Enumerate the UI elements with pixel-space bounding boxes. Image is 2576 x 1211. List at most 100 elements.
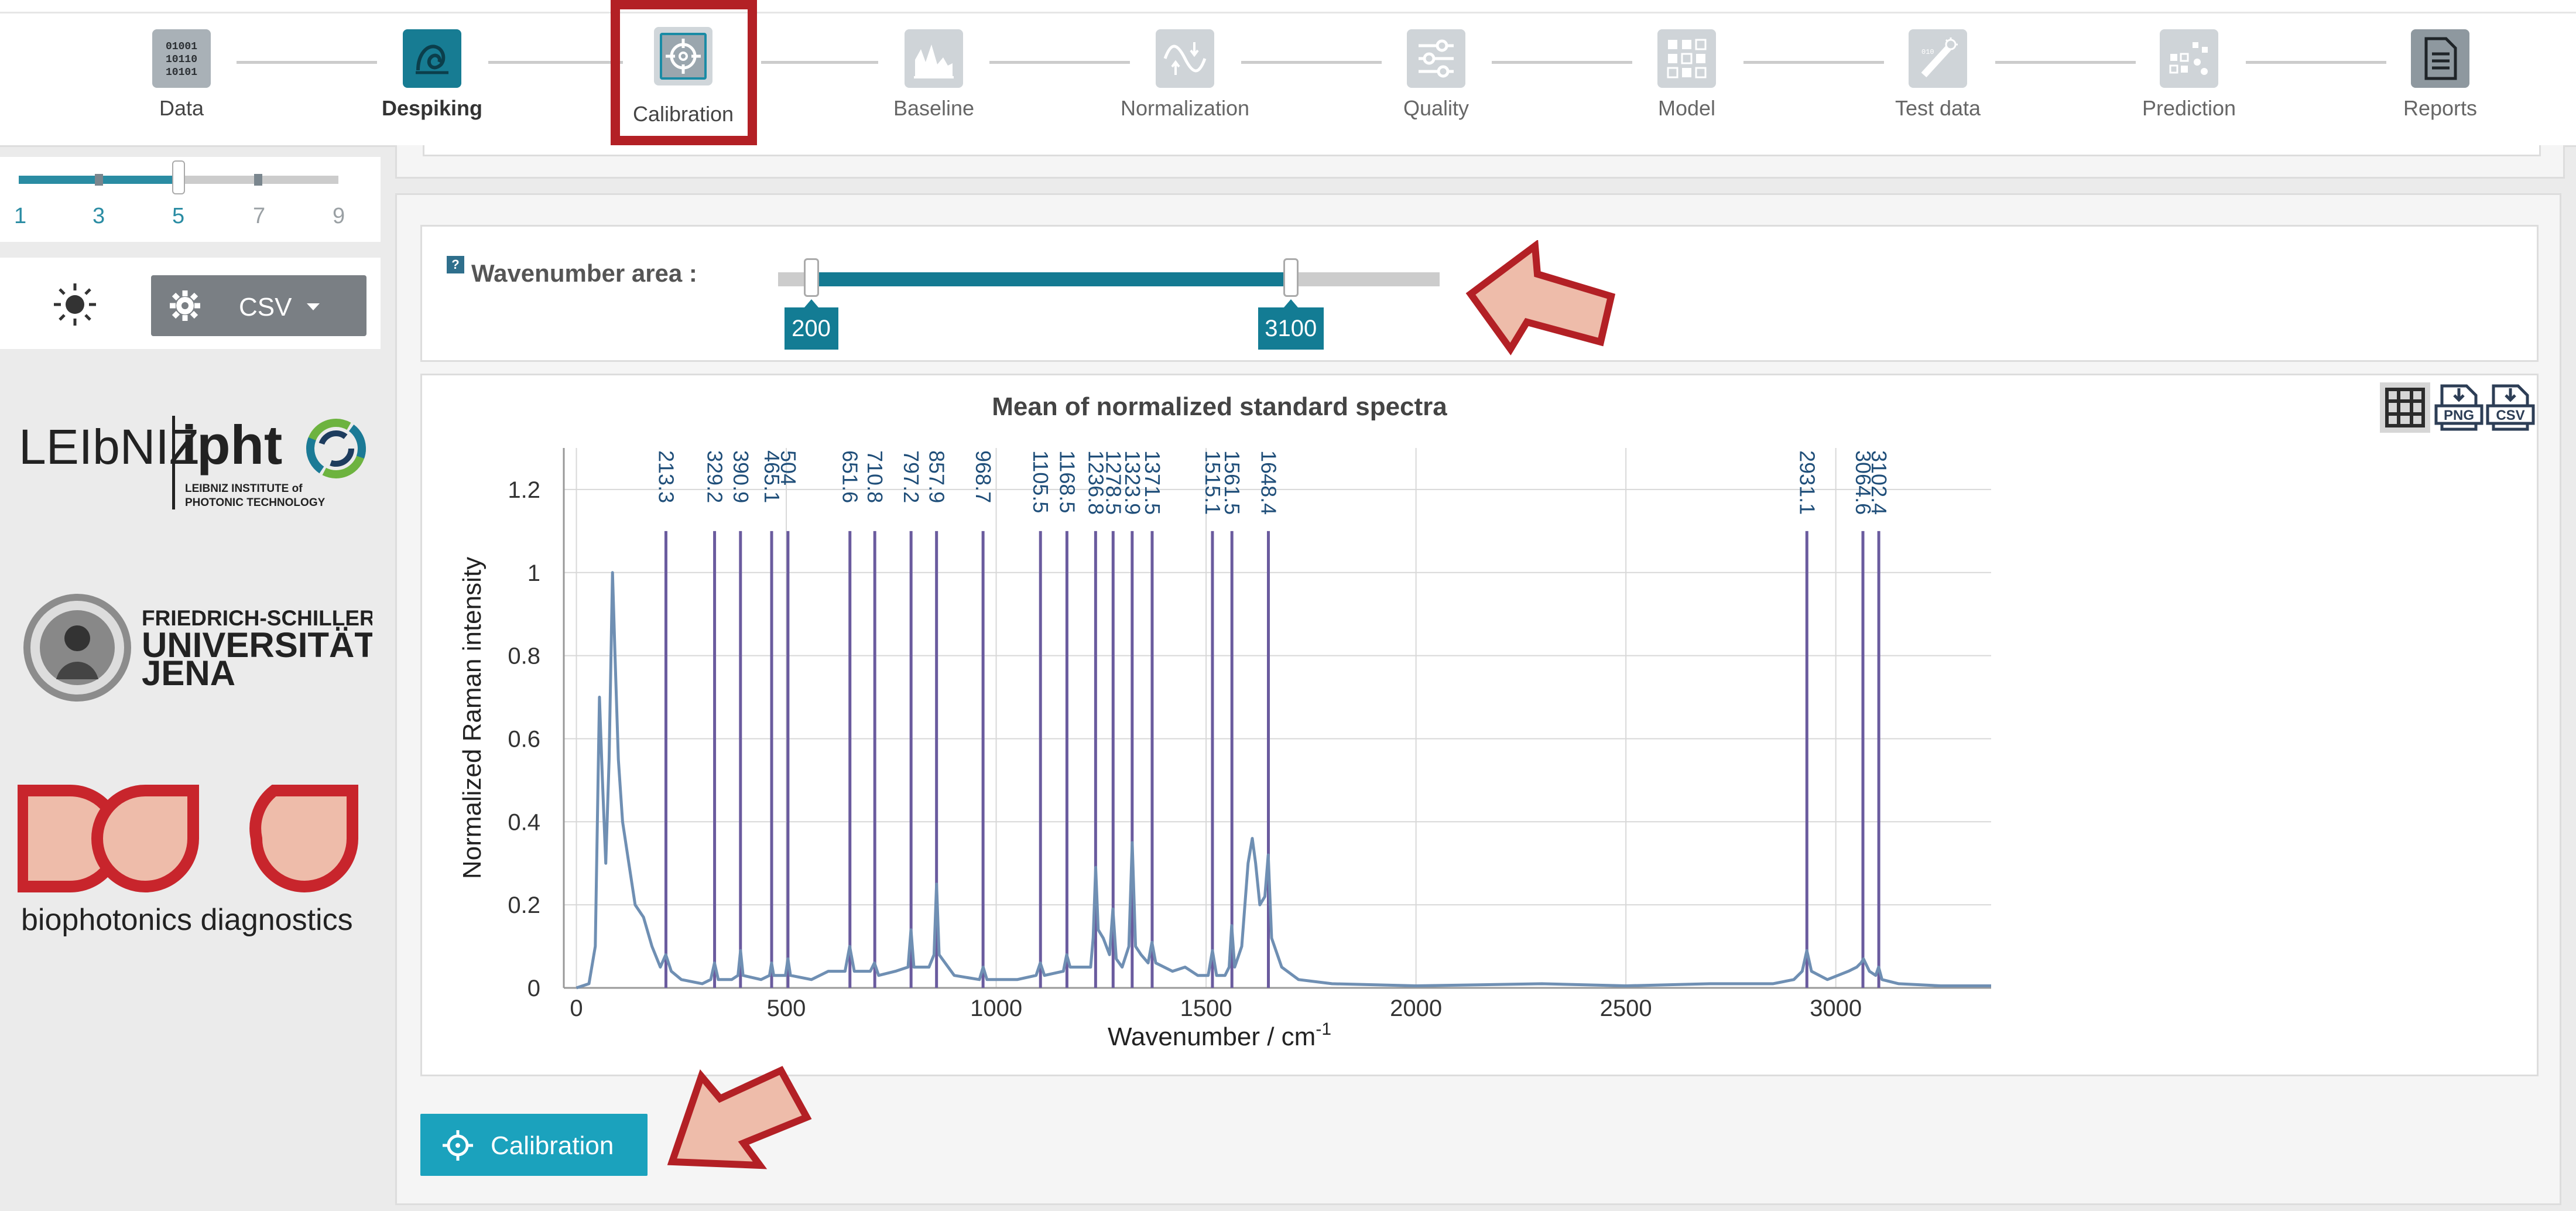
y-tick-label: 0.2: [508, 892, 540, 918]
level-label[interactable]: 9: [333, 204, 345, 229]
y-axis-label: Normalized Raman intensity: [458, 557, 487, 879]
calibration-peak-label: 213.3: [654, 450, 678, 503]
step-label: Prediction: [2142, 96, 2236, 120]
slider-tick: [254, 174, 262, 186]
x-tick-label: 3000: [1810, 996, 1862, 1021]
step-label: Data: [159, 96, 204, 120]
calibration-peak-label: 710.8: [863, 450, 887, 503]
wavenumber-area-label: Wavenumber area :: [471, 259, 697, 287]
wavenumber-slider-range: [811, 272, 1291, 286]
calibration-peak-label: 797.2: [899, 450, 923, 503]
model-grid-icon: [1657, 29, 1716, 88]
step-label: Test data: [1895, 96, 1981, 120]
logo-text: biophotonics diagnostics: [21, 903, 353, 937]
calibration-peak-label: 329.2: [703, 450, 727, 503]
export-label: CSV: [239, 293, 292, 321]
calibration-peak-label: 504: [776, 450, 800, 485]
level-slider-panel: 1 3 5 7 9: [0, 157, 381, 242]
active-step-highlight: [611, 0, 757, 145]
svg-text:01001: 01001: [166, 41, 197, 53]
chart-title: Mean of normalized standard spectra: [992, 392, 1447, 421]
help-icon[interactable]: ?: [447, 256, 464, 273]
biophotonics-diagnostics-logo: biophotonics diagnostics: [18, 785, 358, 937]
calibration-peak-label: 1648.4: [1257, 450, 1281, 515]
step-normalization[interactable]: Normalization: [1097, 27, 1273, 126]
spectra-chart: 0 0.2 0.4 0.6 0.8 1 1.2 0 500 1000 1500 2000 2500 300…: [458, 392, 1991, 1051]
calibration-peak-label: 3102.4: [1867, 450, 1891, 515]
baseline-icon: [905, 29, 963, 88]
annotation-arrow: [667, 1066, 812, 1169]
logo-wordmark: LEIbNIZ: [19, 419, 199, 474]
wavenumber-high-value: 3100: [1258, 299, 1324, 350]
logo-subtitle: LEIBNIZ INSTITUTE of: [185, 483, 303, 495]
logo-subtitle: PHOTONIC TECHNOLOGY: [185, 497, 326, 509]
x-tick-label: 500: [767, 996, 806, 1021]
y-tick-label: 1: [527, 560, 540, 586]
step-label: Reports: [2403, 96, 2478, 120]
calibration-peak-label: 1371.5: [1140, 450, 1164, 515]
normalization-icon: [1156, 29, 1214, 88]
calibration-peak-label: 2931.1: [1795, 450, 1819, 515]
png-label: PNG: [2444, 408, 2474, 423]
wavenumber-high-handle[interactable]: [1283, 258, 1299, 297]
wavenumber-low-handle[interactable]: [803, 258, 819, 297]
calibration-peak-label: 857.9: [925, 450, 949, 503]
gear-icon: [170, 290, 200, 321]
y-tick-label: 0: [527, 976, 540, 1001]
calibration-button-label: Calibration: [491, 1131, 614, 1160]
level-label[interactable]: 1: [14, 204, 26, 229]
despike-icon: [403, 29, 461, 88]
sun-icon[interactable]: [53, 282, 97, 327]
top-divider: [0, 12, 2576, 13]
level-label[interactable]: 5: [172, 204, 184, 229]
x-tick-label: 0: [570, 996, 583, 1021]
previous-panel: [395, 145, 2565, 179]
calibration-peak-label: 1168.5: [1055, 450, 1079, 513]
png-download-icon[interactable]: PNG: [2434, 382, 2484, 433]
slider-tick: [95, 174, 103, 186]
x-axis-label: Wavenumber / cm-1: [1108, 1020, 1331, 1051]
logo-wordmark: ipht: [181, 414, 282, 475]
binary-data-icon: 01001 10110 10101: [152, 29, 211, 88]
leibniz-ipht-logo: LEIbNIZ ipht LEIBNIZ INSTITUTE of PHOTON…: [19, 414, 366, 509]
step-prediction[interactable]: Prediction: [2101, 27, 2277, 126]
chevron-down-icon: [307, 303, 320, 310]
step-despiking[interactable]: Despiking: [344, 27, 520, 126]
svg-text:010: 010: [1921, 48, 1934, 56]
calibration-peak-label: 390.9: [729, 450, 753, 503]
y-tick-label: 1.2: [508, 477, 540, 503]
step-model[interactable]: Model: [1599, 27, 1775, 126]
level-label[interactable]: 7: [253, 204, 265, 229]
x-tick-label: 1500: [1180, 996, 1232, 1021]
step-label: Normalization: [1120, 96, 1250, 120]
y-tick-label: 0.4: [508, 809, 540, 835]
prediction-icon: [2160, 29, 2218, 88]
x-tick-label: 1000: [970, 996, 1022, 1021]
table-grid-icon[interactable]: [2380, 382, 2430, 433]
calibration-peak-label: 1105.5: [1029, 450, 1053, 513]
calibration-button[interactable]: Calibration: [420, 1114, 648, 1176]
crosshair-target-icon: [443, 1130, 473, 1161]
reports-document-icon: [2411, 29, 2469, 88]
workflow-bar: 01001 10110 10101 Data Despiking Calibrati…: [0, 0, 2576, 147]
logo-text: JENA: [142, 654, 235, 693]
step-quality[interactable]: Quality: [1348, 27, 1524, 126]
step-baseline[interactable]: Baseline: [846, 27, 1022, 126]
step-label: Baseline: [893, 96, 975, 120]
x-tick-label: 2000: [1390, 996, 1442, 1021]
level-slider-handle[interactable]: [172, 160, 185, 194]
level-label[interactable]: 3: [93, 204, 105, 229]
wavenumber-low-value: 200: [784, 299, 838, 350]
spectra-chart-panel: 0 0.2 0.4 0.6 0.8 1 1.2 0 500 1000 1500 2000 2500 300…: [420, 374, 2539, 1076]
csv-download-icon[interactable]: CSV: [2485, 382, 2536, 433]
step-data[interactable]: 01001 10110 10101 Data: [94, 27, 269, 126]
previous-panel-inner: [423, 145, 2541, 156]
university-jena-logo: FRIEDRICH-SCHILLER- UNIVERSITÄT JENA: [23, 594, 372, 702]
svg-text:10101: 10101: [166, 67, 197, 78]
annotation-arrow: [1465, 240, 1616, 355]
step-test-data[interactable]: 010 Test data: [1850, 27, 2026, 126]
step-reports[interactable]: Reports: [2352, 27, 2528, 126]
calibration-peak-label: 968.7: [971, 450, 995, 503]
export-csv-dropdown[interactable]: CSV: [151, 275, 366, 336]
calibration-peak-label: 1561.5: [1220, 450, 1244, 515]
